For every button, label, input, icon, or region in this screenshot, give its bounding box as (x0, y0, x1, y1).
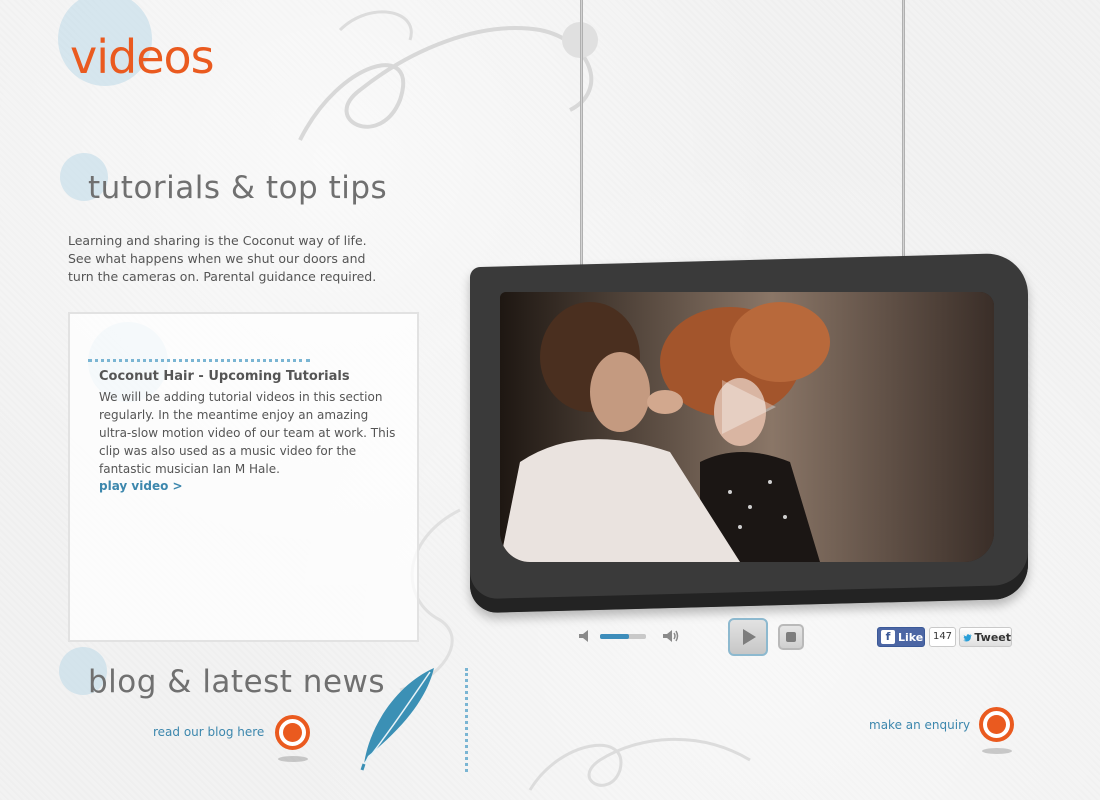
tweet-label: Tweet (974, 630, 1011, 644)
facebook-icon: f (881, 630, 895, 644)
play-button[interactable] (728, 618, 768, 656)
blog-arrow-button[interactable] (275, 715, 310, 750)
facebook-like-button[interactable]: f Like (877, 627, 925, 647)
stop-icon (786, 632, 796, 642)
twitter-bird-icon (963, 633, 972, 641)
play-video-link[interactable]: play video > (99, 479, 183, 493)
speaker-low-icon[interactable] (577, 629, 591, 643)
facebook-like-label: Like (898, 630, 924, 644)
volume-slider[interactable] (600, 634, 646, 639)
circular-arrow-icon (283, 723, 302, 742)
facebook-like-count: 147 (929, 627, 956, 647)
button-shadow (278, 756, 308, 762)
tweet-button[interactable]: Tweet (959, 627, 1012, 647)
dotted-separator (465, 668, 468, 772)
panel-title: Coconut Hair - Upcoming Tutorials (99, 369, 350, 384)
volume-slider-fill (600, 634, 629, 639)
tutorials-heading: tutorials & top tips (88, 170, 388, 206)
make-enquiry-link[interactable]: make an enquiry (869, 718, 970, 732)
speaker-high-icon[interactable] (661, 628, 681, 644)
tutorials-intro: Learning and sharing is the Coconut way … (68, 233, 377, 284)
tv-wire-right (902, 0, 905, 262)
button-shadow (982, 748, 1012, 754)
stop-button[interactable] (778, 624, 804, 650)
blog-heading: blog & latest news (88, 664, 386, 700)
page-title: videos (70, 30, 215, 84)
read-blog-link[interactable]: read our blog here (153, 725, 264, 739)
circular-arrow-icon (987, 715, 1006, 734)
video-play-overlay-icon[interactable] (716, 376, 778, 438)
enquiry-arrow-button[interactable] (979, 707, 1014, 742)
dotted-divider (88, 359, 310, 362)
panel-body: We will be adding tutorial videos in thi… (99, 390, 396, 476)
play-icon (743, 629, 756, 645)
tv-wire-left (580, 0, 583, 270)
